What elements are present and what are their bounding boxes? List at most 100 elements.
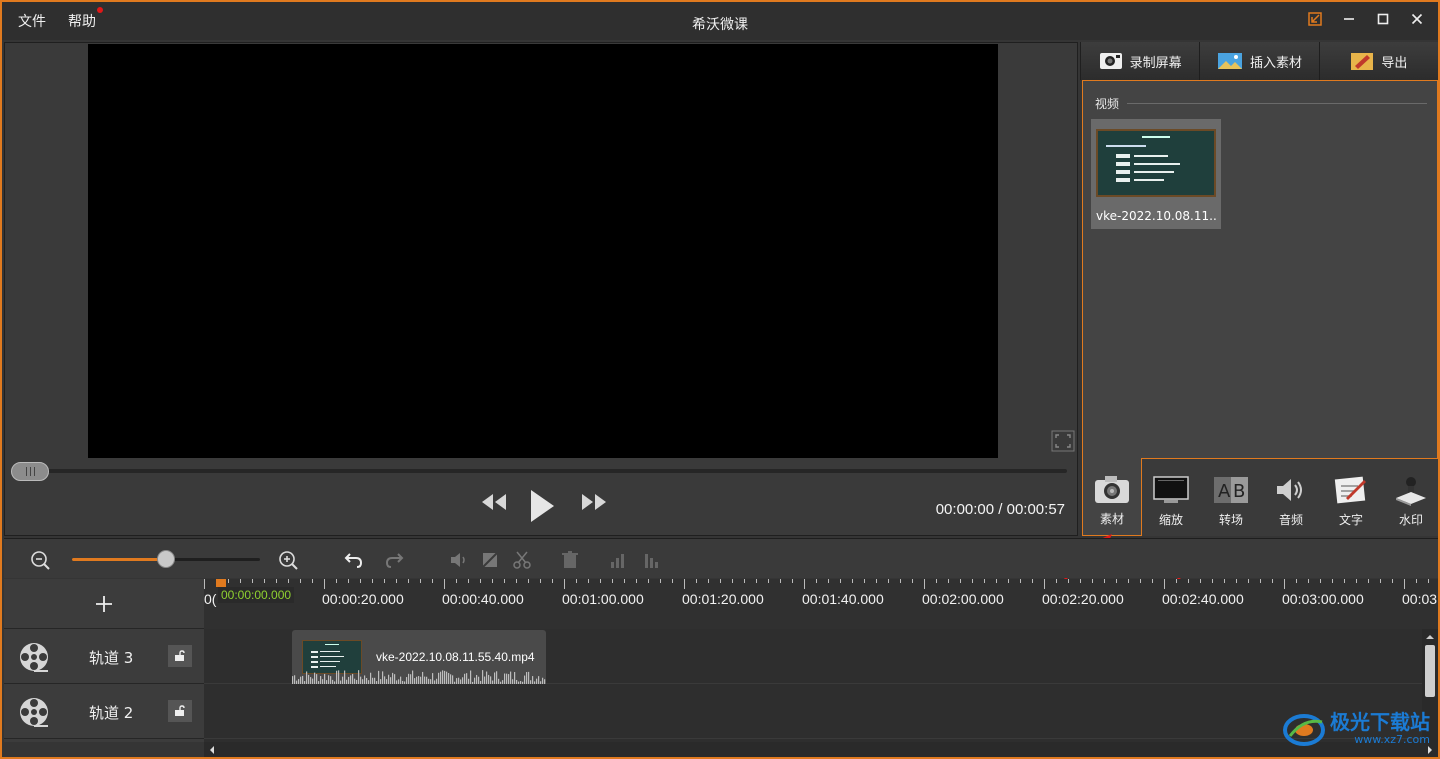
waveform-bar [452,675,454,684]
volume-up-button[interactable] [606,548,630,572]
add-track-button[interactable] [4,579,204,629]
audio-waveform [292,670,546,684]
crop-button[interactable] [478,548,502,572]
section-divider [1127,103,1427,104]
waveform-bar [336,670,338,684]
insert-media-button[interactable]: 插入素材 [1200,42,1320,80]
rewind-button[interactable] [481,493,507,511]
play-button[interactable] [529,489,555,523]
waveform-bar [448,673,450,684]
export-label: 导出 [1381,55,1408,71]
zoom-slider-fill [72,558,166,561]
waveform-bar [316,674,318,684]
waveform-bar [306,671,308,684]
ab-transition-icon: AB [1214,477,1248,503]
horizontal-scrollbar[interactable] [204,742,1438,757]
volume-down-button[interactable] [640,548,664,572]
tab-zoom-label: 缩放 [1158,513,1183,527]
scissors-icon [513,551,531,569]
waveform-bar [526,672,528,684]
zoom-out-button[interactable] [28,548,52,572]
waveform-bar [310,677,312,684]
tab-zoom[interactable]: 缩放 [1141,458,1201,536]
seek-bar[interactable] [15,469,1067,473]
tab-media[interactable]: 素材 [1082,458,1142,536]
media-item[interactable]: vke-2022.10.08.11.... [1091,119,1221,229]
zoom-in-icon [279,551,298,570]
close-button[interactable] [1404,8,1430,30]
seek-handle[interactable] [11,462,49,481]
split-button[interactable] [510,548,534,572]
media-library-panel: 视频 vke-2022.10.08.11.... [1082,80,1438,458]
film-reel-icon [20,643,48,672]
mute-button[interactable] [446,548,470,572]
export-button[interactable]: 导出 [1319,42,1438,80]
volume-icon [451,553,465,567]
track-lock-button[interactable] [168,645,192,667]
minimize-button[interactable] [1336,8,1362,30]
tab-watermark[interactable]: 水印 [1381,458,1440,536]
mini-mode-button[interactable] [1302,8,1328,30]
play-icon [531,490,554,522]
vertical-scroll-thumb[interactable] [1425,645,1435,697]
tab-text[interactable]: 文字 [1321,458,1381,536]
video-canvas[interactable] [88,44,998,458]
brand-logo-icon [1283,714,1325,746]
shrink-arrow-icon [1308,12,1322,26]
monitor-icon [1153,476,1189,503]
picture-icon [1217,53,1242,69]
waveform-bar [508,674,510,684]
video-clip[interactable]: vke-2022.10.08.11.55.40.mp4 [292,630,546,684]
waveform-bar [400,676,402,684]
waveform-bar [410,674,412,684]
tab-audio[interactable]: 音频 [1261,458,1321,536]
track-name: 轨道 2 [89,704,134,722]
ruler-tick-label: 00:02:40.000 [1162,591,1244,607]
zoom-slider-handle[interactable] [157,550,175,568]
waveform-bar [320,676,322,684]
undo-button[interactable] [342,548,366,572]
media-item-thumbnail [1096,129,1216,197]
fullscreen-button[interactable] [1051,430,1075,452]
waveform-bar [344,670,346,684]
redo-button[interactable] [382,548,406,572]
track-header[interactable]: 轨道 3 [4,629,204,684]
timeline-ruler[interactable]: 0( 00:00:00.000 00:00:20.000 00:00:40.000… [204,579,1438,629]
tab-transition-label: 转场 [1218,513,1243,527]
fast-forward-button[interactable] [581,493,607,511]
window-controls [1302,8,1430,30]
ruler-tick-label: 00:02:00.000 [922,591,1004,607]
waveform-bar [432,673,434,684]
waveform-bar [476,674,478,684]
waveform-bar [378,670,380,684]
track-row[interactable]: vke-2022.10.08.11.55.40.mp4 [204,629,1422,684]
waveform-bar [486,671,488,684]
waveform-bar [514,672,516,684]
waveform-bar [494,672,496,684]
track-row[interactable] [204,684,1422,739]
waveform-bar [490,676,492,684]
tab-transition[interactable]: AB 转场 [1201,458,1261,536]
waveform-bar [328,675,330,684]
fast-forward-icon [582,494,606,510]
waveform-bar [382,671,384,684]
media-section-label: 视频 [1095,97,1120,111]
maximize-button[interactable] [1370,8,1396,30]
stamp-icon [1396,477,1426,506]
media-item-name: vke-2022.10.08.11.... [1096,209,1218,223]
zoom-in-button[interactable] [276,548,300,572]
record-screen-button[interactable]: 录制屏幕 [1081,42,1201,80]
waveform-bar [360,676,362,684]
ruler-tick-label: 00:00:40.000 [442,591,524,607]
waveform-bar [370,672,372,684]
waveform-bar [302,675,304,684]
ruler-start-stub: 0( [204,591,217,607]
tab-media-label: 素材 [1099,512,1124,526]
delete-button[interactable] [558,548,582,572]
camera-icon [1095,476,1129,503]
track-header[interactable]: 轨道 2 [4,684,204,739]
track-lock-button[interactable] [168,700,192,722]
waveform-bar [424,676,426,684]
bars-down-icon [645,554,658,568]
playhead-marker[interactable] [216,579,226,587]
